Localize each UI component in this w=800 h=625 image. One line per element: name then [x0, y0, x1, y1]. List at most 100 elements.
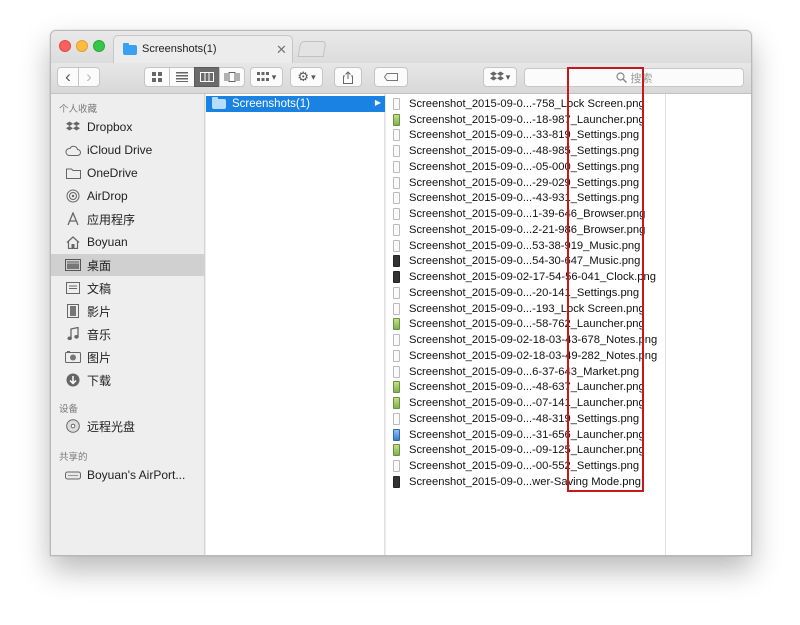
- file-thumbnail-icon: [393, 365, 400, 378]
- file-thumbnail-icon: [393, 428, 400, 441]
- back-button[interactable]: ‹: [57, 67, 79, 87]
- file-name: Screenshot_2015-09-0...-33-819_Settings.…: [409, 129, 640, 142]
- file-row[interactable]: Screenshot_2015-09-0...-33-819_Settings.…: [386, 128, 666, 144]
- sidebar-item-1[interactable]: iCloud Drive: [51, 139, 205, 161]
- share-button[interactable]: [334, 67, 362, 87]
- column-view-button[interactable]: [194, 67, 220, 87]
- toolbar: ‹ › ▾ ⚙ ▾ ▾ 搜索: [51, 63, 751, 94]
- arrange-button[interactable]: ▾: [250, 67, 283, 87]
- file-row[interactable]: Screenshot_2015-09-0...1-39-646_Browser.…: [386, 206, 666, 222]
- sidebar-item-10[interactable]: 图片: [51, 346, 205, 368]
- file-thumbnail-icon: [393, 286, 400, 299]
- file-row[interactable]: Screenshot_2015-09-02-18-03-49-282_Notes…: [386, 348, 666, 364]
- edit-tags-button[interactable]: [374, 67, 408, 87]
- new-tab-button[interactable]: [297, 41, 327, 57]
- file-row[interactable]: Screenshot_2015-09-0...-00-552_Settings.…: [386, 458, 666, 474]
- file-thumbnail-icon: [393, 160, 400, 173]
- sidebar-item-6[interactable]: 桌面: [51, 254, 205, 276]
- file-name: Screenshot_2015-09-0...-58-762_Launcher.…: [409, 318, 645, 331]
- folder-icon: [65, 165, 81, 181]
- minimize-window-button[interactable]: [76, 40, 88, 52]
- list-view-button[interactable]: [169, 67, 195, 87]
- file-row[interactable]: Screenshot_2015-09-0...-20-141_Settings.…: [386, 285, 666, 301]
- file-row[interactable]: Screenshot_2015-09-0...-31-656_Launcher.…: [386, 427, 666, 443]
- file-row[interactable]: Screenshot_2015-09-0...-29-029_Settings.…: [386, 175, 666, 191]
- file-row[interactable]: Screenshot_2015-09-0...-193_Lock Screen.…: [386, 301, 666, 317]
- file-row[interactable]: Screenshot_2015-09-0...-43-931_Settings.…: [386, 191, 666, 207]
- home-icon: [65, 234, 81, 250]
- sidebar-item-11[interactable]: 下载: [51, 369, 205, 391]
- file-row[interactable]: Screenshot_2015-09-0...-48-985_Settings.…: [386, 143, 666, 159]
- search-placeholder: 搜索: [630, 72, 653, 85]
- file-row[interactable]: Screenshot_2015-09-0...-07-141_Launcher.…: [386, 395, 666, 411]
- tag-icon: [384, 73, 398, 81]
- chevron-down-icon: ▾: [271, 71, 277, 82]
- tab-close-icon[interactable]: ✕: [276, 42, 287, 58]
- airport-disk-icon: [65, 467, 81, 483]
- file-row[interactable]: Screenshot_2015-09-0...-48-319_Settings.…: [386, 411, 666, 427]
- file-thumbnail-icon: [393, 397, 400, 410]
- sidebar-item-label: 桌面: [87, 258, 112, 273]
- file-row[interactable]: Screenshot_2015-09-0...-09-125_Launcher.…: [386, 443, 666, 459]
- sidebar-item-label: Boyuan: [87, 235, 128, 249]
- file-thumbnail-icon: [393, 381, 400, 394]
- file-name: Screenshot_2015-09-0...-18-987_Launcher.…: [409, 113, 645, 126]
- file-thumbnail-icon: [393, 255, 400, 268]
- file-row[interactable]: Screenshot_2015-09-0...2-21-986_Browser.…: [386, 222, 666, 238]
- sidebar-item-label: 文稿: [87, 281, 112, 296]
- file-name: Screenshot_2015-09-0...54-30-647_Music.p…: [409, 255, 641, 268]
- disclosure-arrow-icon: ▶: [374, 98, 381, 107]
- sidebar-item-2[interactable]: OneDrive: [51, 162, 205, 184]
- file-thumbnail-icon: [393, 475, 400, 488]
- file-row[interactable]: Screenshot_2015-09-02-18-03-43-678_Notes…: [386, 332, 666, 348]
- dropbox-toolbar-button[interactable]: ▾: [483, 67, 517, 87]
- file-row[interactable]: Screenshot_2015-09-0...6-37-643_Market.p…: [386, 364, 666, 380]
- file-name: Screenshot_2015-09-0...-09-125_Launcher.…: [409, 444, 645, 457]
- file-row[interactable]: Screenshot_2015-09-0...-58-762_Launcher.…: [386, 317, 666, 333]
- sidebar-item-7[interactable]: 文稿: [51, 277, 205, 299]
- forward-button[interactable]: ›: [78, 67, 100, 87]
- sidebar-header-devices: 设备: [59, 404, 79, 415]
- chevron-left-icon: ‹: [65, 67, 71, 86]
- file-row[interactable]: Screenshot_2015-09-0...53-38-919_Music.p…: [386, 238, 666, 254]
- zoom-window-button[interactable]: [93, 40, 105, 52]
- chevron-down-icon: ▾: [311, 71, 316, 82]
- file-thumbnail-icon: [393, 318, 400, 331]
- sidebar-item-9[interactable]: 音乐: [51, 323, 205, 345]
- chevron-down-icon: ▾: [505, 71, 511, 82]
- icon-view-button[interactable]: [144, 67, 170, 87]
- file-name: Screenshot_2015-09-0...-20-141_Settings.…: [409, 286, 640, 299]
- sidebar-item-5[interactable]: Boyuan: [51, 231, 205, 253]
- title-bar: Screenshots(1) ✕: [51, 31, 751, 63]
- sidebar-device-0[interactable]: 远程光盘: [51, 415, 205, 437]
- file-thumbnail-icon: [393, 460, 400, 473]
- file-row[interactable]: Screenshot_2015-09-02-17-54-56-041_Clock…: [386, 269, 666, 285]
- cover-flow-view-button[interactable]: [219, 67, 245, 87]
- sidebar-item-0[interactable]: Dropbox: [51, 116, 205, 138]
- file-thumbnail-icon: [393, 113, 400, 126]
- file-row[interactable]: Screenshot_2015-09-0...wer-Saving Mode.p…: [386, 474, 666, 490]
- file-row[interactable]: Screenshot_2015-09-0...54-30-647_Music.p…: [386, 254, 666, 270]
- sidebar-header-favorites: 个人收藏: [59, 104, 98, 115]
- file-row[interactable]: Screenshot_2015-09-0...-05-000_Settings.…: [386, 159, 666, 175]
- sidebar-item-label: 影片: [87, 304, 112, 319]
- file-row[interactable]: Screenshot_2015-09-0...-48-637_Launcher.…: [386, 380, 666, 396]
- finder-window: Screenshots(1) ✕ ‹ › ▾ ⚙ ▾ ▾ 搜索 个人收藏 Dro…: [50, 30, 752, 556]
- airdrop-icon: [65, 188, 81, 204]
- downloads-icon: [65, 372, 81, 388]
- sidebar-item-8[interactable]: 影片: [51, 300, 205, 322]
- action-button[interactable]: ⚙ ▾: [290, 67, 323, 87]
- file-name: Screenshot_2015-09-0...-758_Lock Screen.…: [409, 97, 645, 110]
- sidebar-header-shared: 共享的: [59, 452, 88, 463]
- file-row[interactable]: Screenshot_2015-09-0...-758_Lock Screen.…: [386, 96, 666, 112]
- tab-screenshots[interactable]: Screenshots(1) ✕: [113, 35, 293, 63]
- search-input[interactable]: 搜索: [524, 68, 744, 87]
- folder-row-screenshots[interactable]: Screenshots(1) ▶: [206, 96, 385, 112]
- sidebar-shared-0[interactable]: Boyuan's AirPort...: [51, 464, 205, 486]
- gear-icon: ⚙: [297, 69, 310, 84]
- close-window-button[interactable]: [59, 40, 71, 52]
- sidebar-item-3[interactable]: AirDrop: [51, 185, 205, 207]
- sidebar-item-4[interactable]: 应用程序: [51, 208, 205, 230]
- file-thumbnail-icon: [393, 192, 400, 205]
- file-row[interactable]: Screenshot_2015-09-0...-18-987_Launcher.…: [386, 112, 666, 128]
